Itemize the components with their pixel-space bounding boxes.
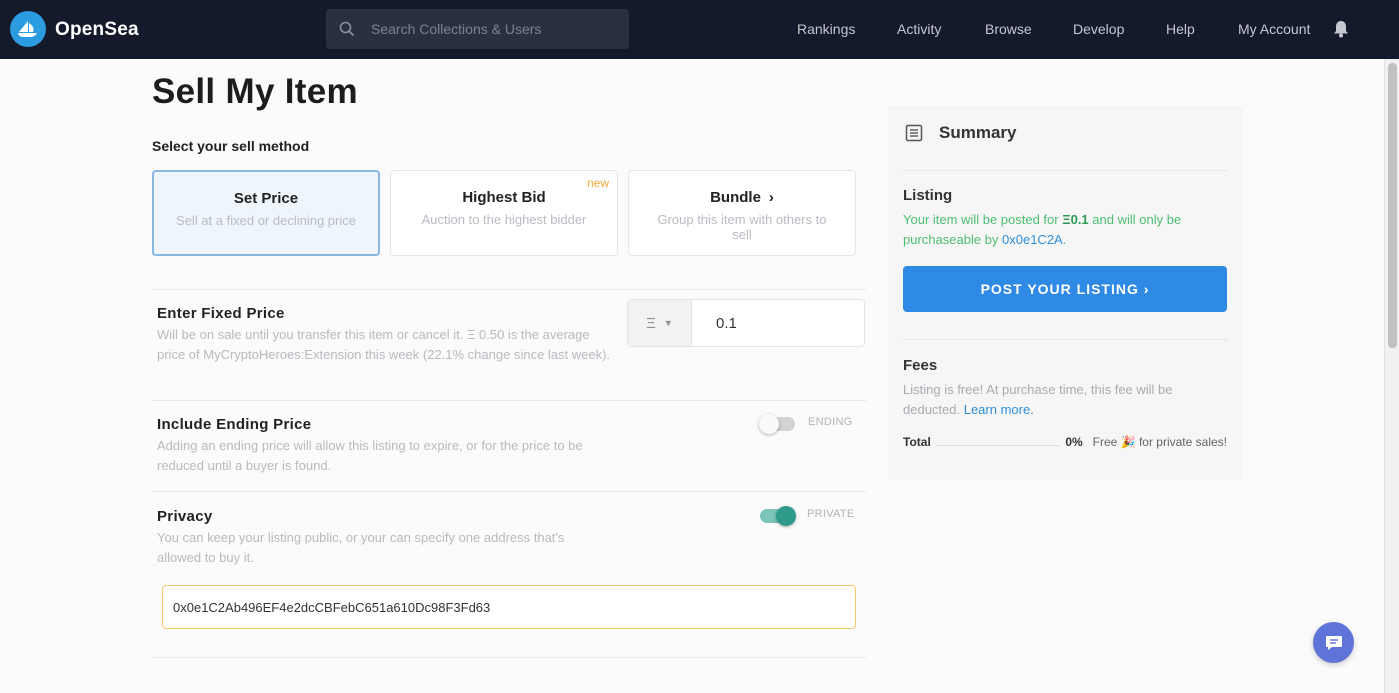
divider bbox=[152, 289, 866, 290]
nav-link-activity[interactable]: Activity bbox=[897, 21, 941, 37]
divider bbox=[152, 657, 866, 658]
method-title: Highest Bid bbox=[462, 189, 546, 206]
caret-down-icon: ▼ bbox=[663, 318, 673, 328]
total-note: Free 🎉 for private sales! bbox=[1092, 435, 1227, 449]
listing-price: Ξ0.1 bbox=[1062, 212, 1089, 227]
nav-links: Rankings Activity Browse Develop Help My… bbox=[0, 21, 1399, 41]
summary-title: Summary bbox=[939, 123, 1017, 142]
chat-bubble-icon bbox=[1325, 635, 1342, 650]
price-input-group: Ξ ▼ bbox=[627, 299, 865, 347]
privacy-title: Privacy bbox=[157, 508, 213, 525]
chat-support-button[interactable] bbox=[1313, 622, 1354, 663]
summary-panel: Summary Listing Your item will be posted… bbox=[888, 106, 1243, 480]
summary-header: Summary bbox=[905, 123, 1016, 143]
toggle-knob bbox=[776, 506, 796, 526]
method-desc: Sell at a fixed or declining price bbox=[176, 213, 356, 228]
page-title: Sell My Item bbox=[152, 72, 358, 111]
nav-link-rankings[interactable]: Rankings bbox=[797, 21, 855, 37]
learn-more-link[interactable]: Learn more. bbox=[964, 402, 1034, 417]
listing-buyer-address: 0x0e1C2A bbox=[1002, 232, 1063, 247]
method-title: Bundle › bbox=[629, 189, 855, 206]
scrollbar-thumb[interactable] bbox=[1388, 63, 1397, 348]
currency-select[interactable]: Ξ ▼ bbox=[628, 300, 692, 346]
method-desc: Auction to the highest bidder bbox=[421, 212, 587, 227]
privacy-toggle-label: PRIVATE bbox=[807, 508, 855, 520]
listing-description: Your item will be posted for Ξ0.1 and wi… bbox=[903, 210, 1223, 250]
listing-text-pre: Your item will be posted for bbox=[903, 212, 1063, 227]
total-row: Total 0% Free 🎉 for private sales! bbox=[903, 435, 1227, 449]
dotted-leader bbox=[936, 439, 1060, 446]
total-label: Total bbox=[903, 435, 931, 449]
bell-icon[interactable] bbox=[1333, 20, 1349, 38]
total-percent: 0% bbox=[1065, 435, 1083, 449]
divider bbox=[903, 170, 1227, 171]
listing-text-end: . bbox=[1062, 232, 1067, 247]
chevron-right-icon: › bbox=[768, 189, 774, 206]
ending-price-title: Include Ending Price bbox=[157, 416, 312, 433]
privacy-desc: You can keep your listing public, or you… bbox=[157, 530, 565, 565]
method-desc: Group this item with others to sell bbox=[657, 212, 827, 242]
top-navbar: OpenSea Rankings Activity Browse Develop… bbox=[0, 0, 1399, 59]
ending-price-toggle[interactable] bbox=[759, 414, 795, 434]
nav-link-develop[interactable]: Develop bbox=[1073, 21, 1124, 37]
fees-title: Fees bbox=[903, 357, 938, 374]
nav-link-browse[interactable]: Browse bbox=[985, 21, 1032, 37]
divider bbox=[152, 491, 866, 492]
eth-icon: Ξ bbox=[646, 314, 656, 332]
fees-text: Listing is free! At purchase time, this … bbox=[903, 382, 1173, 417]
sell-method-set-price[interactable]: Set Price Sell at a fixed or declining p… bbox=[152, 170, 380, 256]
list-icon bbox=[905, 124, 923, 142]
fees-description: Listing is free! At purchase time, this … bbox=[903, 380, 1223, 420]
sell-method-bundle[interactable]: Bundle › Group this item with others to s… bbox=[628, 170, 856, 256]
method-title-text: Bundle bbox=[710, 189, 761, 206]
fixed-price-desc: Will be on sale until you transfer this … bbox=[157, 327, 611, 362]
page-scrollbar[interactable] bbox=[1384, 59, 1399, 693]
sell-method-highest-bid[interactable]: new Highest Bid Auction to the highest b… bbox=[390, 170, 618, 256]
new-badge: new bbox=[586, 176, 609, 190]
post-listing-button[interactable]: POST YOUR LISTING › bbox=[903, 266, 1227, 312]
ending-price-desc: Adding an ending price will allow this l… bbox=[157, 438, 583, 473]
ending-toggle-label: ENDING bbox=[808, 416, 853, 428]
privacy-toggle[interactable] bbox=[760, 506, 796, 526]
sell-method-label: Select your sell method bbox=[152, 138, 310, 154]
nav-link-help[interactable]: Help bbox=[1166, 21, 1195, 37]
method-title: Set Price bbox=[233, 190, 299, 207]
toggle-knob bbox=[759, 414, 779, 434]
divider bbox=[903, 339, 1227, 340]
divider bbox=[152, 400, 866, 401]
price-input[interactable] bbox=[692, 300, 862, 346]
fixed-price-title: Enter Fixed Price bbox=[157, 305, 285, 322]
nav-link-my-account[interactable]: My Account bbox=[1238, 21, 1310, 37]
private-address-input[interactable] bbox=[162, 585, 856, 629]
listing-title: Listing bbox=[903, 187, 953, 204]
